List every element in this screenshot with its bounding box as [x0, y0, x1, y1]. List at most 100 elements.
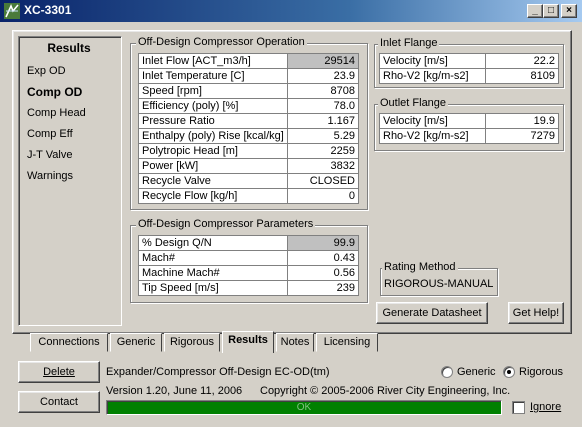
- row-label: Pressure Ratio: [138, 113, 288, 129]
- maximize-button[interactable]: □: [543, 4, 559, 18]
- parameters-table: % Design Q/N 99.9 Mach# 0.43 Machine Mach# 0.…: [138, 235, 359, 296]
- table-row: Recycle Valve CLOSED: [138, 173, 359, 189]
- inlet-flange-table: Velocity [m/s] 22.2 Rho-V2 [kg/m-s2] 8109: [379, 53, 559, 84]
- row-label: Polytropic Head [m]: [138, 143, 288, 159]
- row-value[interactable]: CLOSED: [287, 173, 359, 189]
- tab-notes[interactable]: Notes: [276, 333, 314, 352]
- tab-connections[interactable]: Connections: [30, 333, 108, 352]
- contact-button[interactable]: Contact: [18, 391, 100, 413]
- ignore-checkbox-box[interactable]: [512, 401, 525, 414]
- row-label: Inlet Temperature [C]: [138, 68, 288, 84]
- row-value[interactable]: 0: [287, 188, 359, 204]
- row-value[interactable]: 8109: [485, 68, 559, 84]
- table-row: Machine Mach# 0.56: [138, 265, 359, 281]
- row-value[interactable]: 78.0: [287, 98, 359, 114]
- minimize-icon: _: [532, 5, 538, 16]
- tab-licensing[interactable]: Licensing: [316, 333, 378, 352]
- generate-datasheet-button[interactable]: Generate Datasheet: [376, 302, 488, 324]
- row-value[interactable]: 5.29: [287, 128, 359, 144]
- generic-radio-circle[interactable]: [441, 366, 453, 378]
- rigorous-radio-label: Rigorous: [519, 366, 564, 378]
- row-label: Mach#: [138, 250, 288, 266]
- inlet-flange-title: Inlet Flange: [378, 37, 440, 49]
- row-value[interactable]: 0.43: [287, 250, 359, 266]
- app-description: Expander/Compressor Off-Design EC-OD(tm): [106, 366, 330, 378]
- row-label: Velocity [m/s]: [379, 113, 486, 129]
- tab-rigorous[interactable]: Rigorous: [164, 333, 220, 352]
- app-icon: [4, 3, 20, 19]
- table-row: Inlet Flow [ACT_m3/h] 29514: [138, 53, 359, 69]
- row-value[interactable]: 22.2: [485, 53, 559, 69]
- table-row: Rho-V2 [kg/m-s2] 8109: [379, 68, 559, 84]
- row-label: Recycle Flow [kg/h]: [138, 188, 288, 204]
- table-row: Tip Speed [m/s] 239: [138, 280, 359, 296]
- row-value[interactable]: 29514: [287, 53, 359, 69]
- maximize-icon: □: [547, 5, 555, 16]
- status-text: OK: [296, 402, 312, 413]
- operation-group-title: Off-Design Compressor Operation: [136, 36, 307, 48]
- rating-method-title: Rating Method: [382, 261, 458, 273]
- row-label: Rho-V2 [kg/m-s2]: [379, 128, 486, 144]
- results-nav-list: Results Exp OD Comp OD Comp Head Comp Ef…: [18, 36, 122, 326]
- version-label: Version 1.20, June 11, 2006: [106, 385, 243, 397]
- table-row: Recycle Flow [kg/h] 0: [138, 188, 359, 204]
- ignore-label: Ignore: [530, 401, 562, 413]
- row-label: Speed [rpm]: [138, 83, 288, 99]
- table-row: Enthalpy (poly) Rise [kcal/kg] 5.29: [138, 128, 359, 144]
- results-nav-header: Results: [47, 41, 91, 55]
- row-value[interactable]: 1.167: [287, 113, 359, 129]
- table-row: Polytropic Head [m] 2259: [138, 143, 359, 159]
- row-label: Machine Mach#: [138, 265, 288, 281]
- nav-item-comp-eff[interactable]: Comp Eff: [27, 128, 73, 140]
- table-row: % Design Q/N 99.9: [138, 235, 359, 251]
- table-row: Velocity [m/s] 19.9: [379, 113, 559, 129]
- row-label: Enthalpy (poly) Rise [kcal/kg]: [138, 128, 288, 144]
- table-row: Rho-V2 [kg/m-s2] 7279: [379, 128, 559, 144]
- row-value[interactable]: 2259: [287, 143, 359, 159]
- row-label: Rho-V2 [kg/m-s2]: [379, 68, 486, 84]
- tab-generic[interactable]: Generic: [110, 333, 162, 352]
- nav-item-jt-valve[interactable]: J-T Valve: [27, 149, 72, 161]
- tab-results[interactable]: Results: [222, 331, 274, 353]
- row-label: Inlet Flow [ACT_m3/h]: [138, 53, 288, 69]
- row-label: Efficiency (poly) [%]: [138, 98, 288, 114]
- rigorous-radio-circle[interactable]: [503, 366, 515, 378]
- nav-item-comp-od[interactable]: Comp OD: [27, 85, 82, 99]
- get-help-button[interactable]: Get Help!: [508, 302, 564, 324]
- row-label: Tip Speed [m/s]: [138, 280, 288, 296]
- operation-table: Inlet Flow [ACT_m3/h] 29514 Inlet Temperat…: [138, 53, 359, 204]
- close-icon: ×: [566, 5, 572, 16]
- row-value[interactable]: 8708: [287, 83, 359, 99]
- window-title: XC-3301: [24, 3, 72, 17]
- nav-item-comp-head[interactable]: Comp Head: [27, 107, 86, 119]
- row-value[interactable]: 0.56: [287, 265, 359, 281]
- table-row: Efficiency (poly) [%] 78.0: [138, 98, 359, 114]
- title-bar[interactable]: XC-3301 _ □ ×: [0, 0, 582, 22]
- row-label: Power [kW]: [138, 158, 288, 174]
- row-value[interactable]: 99.9: [287, 235, 359, 251]
- close-button[interactable]: ×: [561, 4, 577, 18]
- generic-radio-label: Generic: [457, 366, 496, 378]
- minimize-button[interactable]: _: [527, 4, 543, 18]
- table-row: Speed [rpm] 8708: [138, 83, 359, 99]
- row-value[interactable]: 3832: [287, 158, 359, 174]
- rating-method-value: RIGOROUS-MANUAL: [384, 278, 494, 290]
- table-row: Inlet Temperature [C] 23.9: [138, 68, 359, 84]
- row-label: Recycle Valve: [138, 173, 288, 189]
- row-value[interactable]: 239: [287, 280, 359, 296]
- copyright-label: Copyright © 2005-2006 River City Enginee…: [260, 385, 511, 397]
- table-row: Power [kW] 3832: [138, 158, 359, 174]
- row-label: % Design Q/N: [138, 235, 288, 251]
- table-row: Pressure Ratio 1.167: [138, 113, 359, 129]
- status-bar: OK: [106, 400, 502, 415]
- outlet-flange-table: Velocity [m/s] 19.9 Rho-V2 [kg/m-s2] 7279: [379, 113, 559, 144]
- nav-item-warnings[interactable]: Warnings: [27, 170, 73, 182]
- parameters-group-title: Off-Design Compressor Parameters: [136, 218, 316, 230]
- nav-item-exp-od[interactable]: Exp OD: [27, 65, 66, 77]
- table-row: Mach# 0.43: [138, 250, 359, 266]
- row-value[interactable]: 7279: [485, 128, 559, 144]
- delete-button[interactable]: Delete: [18, 361, 100, 383]
- row-value[interactable]: 23.9: [287, 68, 359, 84]
- row-value[interactable]: 19.9: [485, 113, 559, 129]
- row-label: Velocity [m/s]: [379, 53, 486, 69]
